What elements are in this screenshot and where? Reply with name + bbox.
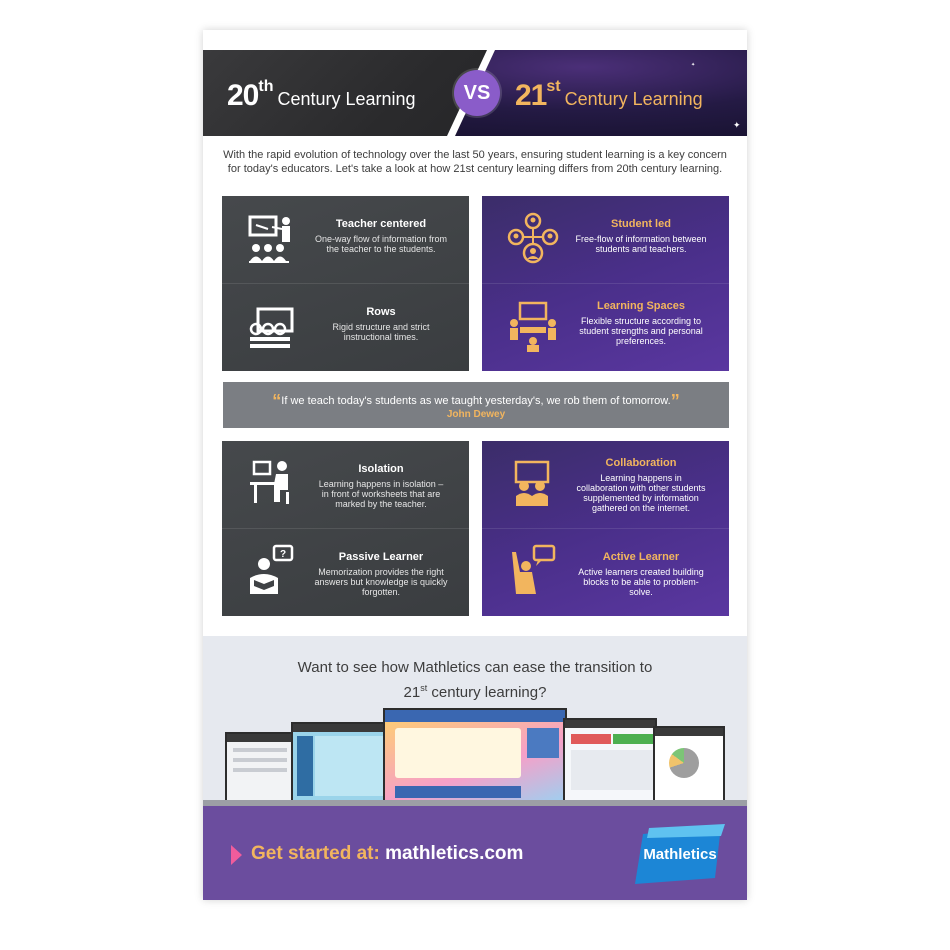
item-collaboration: Collaboration Learning happens in collab…	[482, 441, 729, 528]
star-decoration: ✦	[691, 62, 696, 68]
svg-text:?: ?	[280, 549, 286, 560]
open-quote-icon: “	[272, 391, 282, 411]
collaboration-screen-icon	[514, 460, 550, 506]
close-quote-icon: ”	[670, 391, 680, 411]
logo-text: Mathletics	[643, 846, 717, 863]
classroom-rows-icon	[249, 307, 294, 348]
play-arrow-icon	[231, 845, 242, 865]
title-21st-century: 21stCentury Learning	[515, 78, 703, 112]
quote-banner: “If we teach today's students as we taug…	[223, 382, 729, 428]
promo-heading: Want to see how Mathletics can ease the …	[297, 659, 653, 701]
card-21st-century-1: Student led Free-flow of information bet…	[482, 196, 729, 371]
item-active-learner: Active Learner Active learners created b…	[482, 529, 729, 616]
screenshot-live-mathletics	[291, 722, 387, 802]
group-table-icon	[510, 301, 556, 352]
desk-student-icon	[250, 460, 289, 504]
screenshot-my-progress	[383, 708, 567, 802]
item-passive-learner: ? Passive Learner Memorization provides …	[222, 529, 469, 616]
card-20th-century-1: Teacher centered One-way flow of informa…	[222, 196, 469, 371]
intro-paragraph: With the rapid evolution of technology o…	[223, 149, 727, 175]
vs-badge: VS	[454, 70, 500, 116]
item-isolation: Isolation Learning happens in isolation …	[222, 441, 469, 528]
title-20th-century: 20thCentury Learning	[227, 78, 416, 112]
header-banner: ✦ ✦ 20thCentury Learning VS 21stCentury …	[203, 50, 747, 136]
item-teacher-centered: Teacher centered One-way flow of informa…	[222, 196, 469, 283]
product-screenshots	[225, 708, 725, 806]
raised-hand-speech-icon	[512, 544, 556, 594]
reading-question-icon: ?	[250, 544, 294, 594]
teacher-board-icon	[248, 215, 290, 263]
screenshot-dashboard	[563, 718, 657, 802]
quote-author: John Dewey	[446, 409, 506, 420]
promo-section: Want to see how Mathletics can ease the …	[203, 636, 747, 806]
star-decoration: ✦	[733, 120, 741, 130]
footer-cta: Get started at: mathletics.com Mathletic…	[203, 806, 747, 900]
item-rows: Rows Rigid structure and strict instruct…	[222, 284, 469, 371]
card-20th-century-2: Isolation Learning happens in isolation …	[222, 441, 469, 616]
infographic-poster: ✦ ✦ 20thCentury Learning VS 21stCentury …	[203, 30, 747, 900]
card-21st-century-2: Collaboration Learning happens in collab…	[482, 441, 729, 616]
cta-link[interactable]: Get started at: mathletics.com	[251, 843, 523, 865]
screenshot-classroom	[225, 732, 295, 802]
screenshot-results	[653, 726, 725, 802]
quote-text: If we teach today's students as we taugh…	[281, 395, 671, 407]
student-network-icon	[507, 212, 559, 264]
item-student-led: Student led Free-flow of information bet…	[482, 196, 729, 283]
item-learning-spaces: Learning Spaces Flexible structure accor…	[482, 284, 729, 371]
